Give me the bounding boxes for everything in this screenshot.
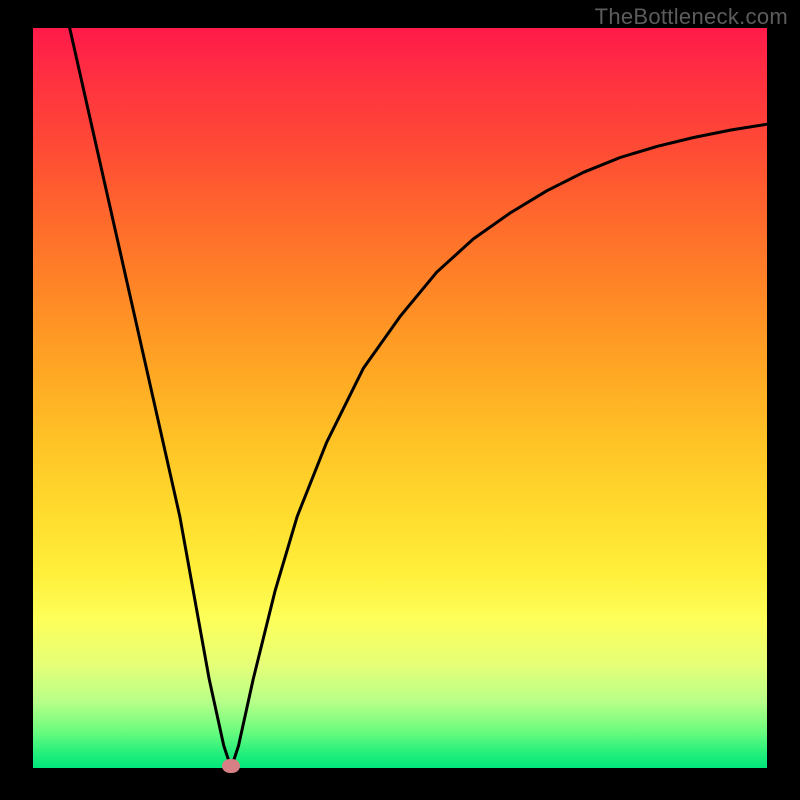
operating-point-marker [222, 759, 240, 773]
curve-layer [33, 28, 767, 768]
attribution-text: TheBottleneck.com [595, 4, 788, 30]
plot-area [33, 28, 767, 768]
bottleneck-curve [70, 28, 767, 768]
chart-stage: TheBottleneck.com [0, 0, 800, 800]
